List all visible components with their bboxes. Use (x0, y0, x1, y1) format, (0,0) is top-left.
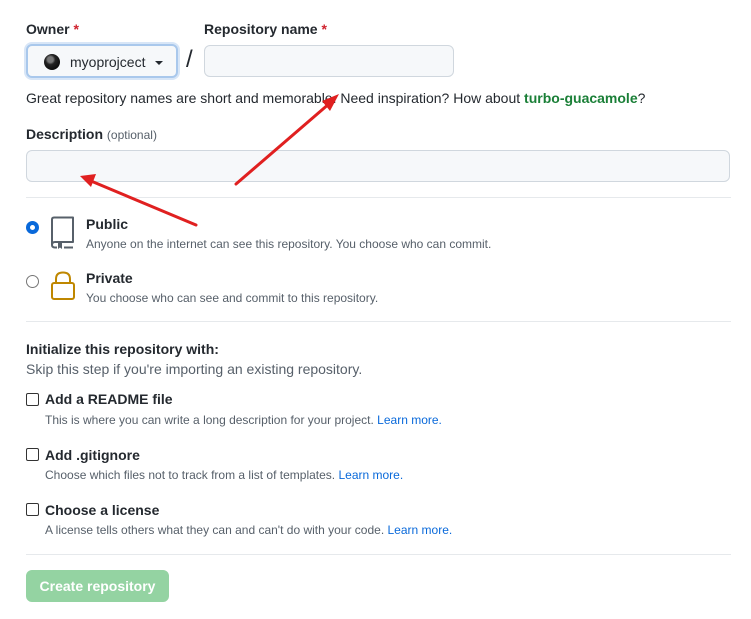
owner-label: Owner * (26, 21, 79, 37)
private-title: Private (86, 270, 133, 286)
public-description: Anyone on the internet can see this repo… (86, 237, 492, 251)
readme-description: This is where you can write a long descr… (45, 413, 442, 427)
padlock-icon (50, 271, 76, 301)
owner-repo-separator: / (186, 46, 193, 73)
readme-learn-more-link[interactable]: Learn more. (377, 413, 442, 427)
gitignore-learn-more-link[interactable]: Learn more. (338, 468, 403, 482)
license-checkbox[interactable] (26, 503, 39, 516)
name-suggestion[interactable]: turbo-guacamole (524, 90, 638, 106)
license-title: Choose a license (45, 502, 160, 518)
private-description: You choose who can see and commit to thi… (86, 291, 379, 305)
public-radio[interactable] (26, 221, 39, 234)
description-input[interactable] (26, 150, 730, 182)
divider (26, 321, 731, 322)
initialize-title: Initialize this repository with: (26, 341, 219, 357)
readme-checkbox[interactable] (26, 393, 39, 406)
owner-name: myoprojcect (70, 54, 146, 70)
public-title: Public (86, 216, 129, 232)
initialize-subtitle: Skip this step if you're importing an ex… (26, 361, 363, 377)
gitignore-checkbox[interactable] (26, 448, 39, 461)
repository-name-label: Repository name * (204, 21, 327, 37)
license-learn-more-link[interactable]: Learn more. (388, 523, 453, 537)
repo-book-icon (48, 216, 76, 250)
gitignore-description: Choose which files not to track from a l… (45, 468, 404, 482)
description-label: Description (optional) (26, 126, 157, 142)
private-radio[interactable] (26, 275, 39, 288)
gitignore-title: Add .gitignore (45, 447, 140, 463)
repository-name-input[interactable] (204, 45, 454, 77)
caret-down-icon (155, 61, 163, 65)
divider (26, 197, 731, 198)
avatar (44, 54, 60, 70)
readme-title: Add a README file (45, 391, 173, 407)
repository-name-hint: Great repository names are short and mem… (26, 90, 646, 106)
divider (26, 554, 731, 555)
license-description: A license tells others what they can and… (45, 523, 453, 537)
owner-dropdown[interactable]: myoprojcect (26, 44, 178, 78)
create-repository-button[interactable]: Create repository (26, 570, 169, 602)
